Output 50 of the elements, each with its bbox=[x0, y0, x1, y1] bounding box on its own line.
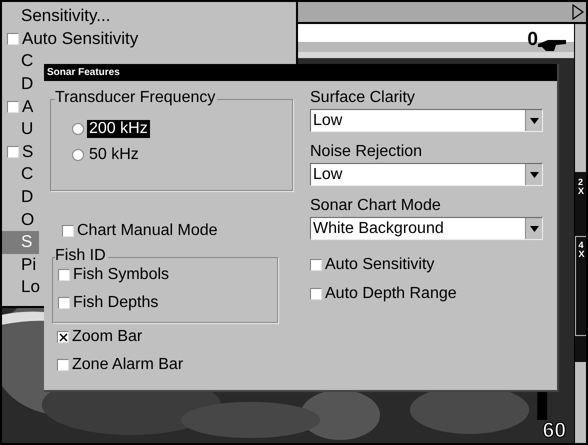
caret-icon bbox=[530, 118, 538, 124]
field-label: Sonar Chart Mode bbox=[310, 196, 442, 216]
depth-label: 60 bbox=[542, 420, 566, 441]
depth-label: 0 bbox=[527, 30, 538, 49]
field-label: Surface Clarity bbox=[310, 88, 416, 108]
dropdown-button[interactable] bbox=[525, 218, 542, 239]
dialog-title: Sonar Features bbox=[44, 64, 557, 81]
checkbox-label[interactable]: Fish Symbols bbox=[73, 266, 170, 284]
field-label: Noise Rejection bbox=[310, 142, 424, 162]
checkbox[interactable] bbox=[7, 146, 19, 158]
checkbox-label[interactable]: Auto Sensitivity bbox=[325, 256, 434, 274]
menu-item[interactable]: O bbox=[2, 208, 39, 231]
group-label: Transducer Frequency bbox=[55, 89, 218, 107]
menu-item[interactable]: D bbox=[2, 72, 39, 96]
dropdown-button[interactable] bbox=[525, 110, 542, 131]
dropdown[interactable]: Low bbox=[310, 109, 543, 132]
checkbox[interactable] bbox=[7, 32, 19, 45]
dropdown-button[interactable] bbox=[525, 164, 542, 185]
menu-item[interactable]: Auto Sensitivity bbox=[2, 28, 138, 50]
dropdown[interactable]: Low bbox=[310, 163, 543, 186]
checkbox[interactable] bbox=[58, 269, 70, 281]
caret-icon bbox=[530, 172, 538, 178]
checkbox-label[interactable]: Zone Alarm Bar bbox=[72, 356, 184, 374]
menu-item[interactable]: S bbox=[2, 230, 39, 254]
checkbox-label[interactable]: Chart Manual Mode bbox=[77, 222, 218, 240]
menu-item[interactable]: C bbox=[2, 50, 39, 73]
checkbox[interactable] bbox=[58, 297, 70, 309]
menu-item[interactable]: U bbox=[2, 118, 39, 141]
checkbox[interactable] bbox=[310, 288, 322, 300]
dropdown[interactable]: White Background bbox=[310, 217, 543, 240]
menu-item[interactable]: D bbox=[2, 186, 39, 208]
checkbox-label[interactable]: Fish Depths bbox=[73, 294, 158, 312]
caret-icon bbox=[530, 226, 538, 232]
checkbox[interactable] bbox=[7, 100, 19, 113]
menu-item[interactable]: Pi bbox=[2, 254, 39, 276]
checkbox[interactable] bbox=[310, 258, 322, 270]
zoom-label: 2X bbox=[578, 178, 583, 196]
checkbox[interactable] bbox=[62, 225, 74, 237]
checkbox[interactable] bbox=[57, 331, 69, 343]
checkbox[interactable] bbox=[57, 359, 69, 371]
menu-item[interactable]: Sensitivity... bbox=[2, 5, 110, 28]
checkbox-label[interactable]: Zoom Bar bbox=[72, 328, 142, 346]
menu-item[interactable]: C bbox=[2, 163, 39, 186]
checkbox-label[interactable]: Auto Depth Range bbox=[325, 284, 457, 302]
menu-item[interactable]: S bbox=[2, 140, 39, 164]
zoom-label: 4X bbox=[578, 241, 584, 261]
menu-item[interactable]: Lo bbox=[2, 276, 40, 299]
menu-item[interactable]: A bbox=[2, 95, 39, 118]
radio-option[interactable]: 50 kHz bbox=[72, 146, 141, 164]
pointer-icon bbox=[538, 38, 566, 52]
